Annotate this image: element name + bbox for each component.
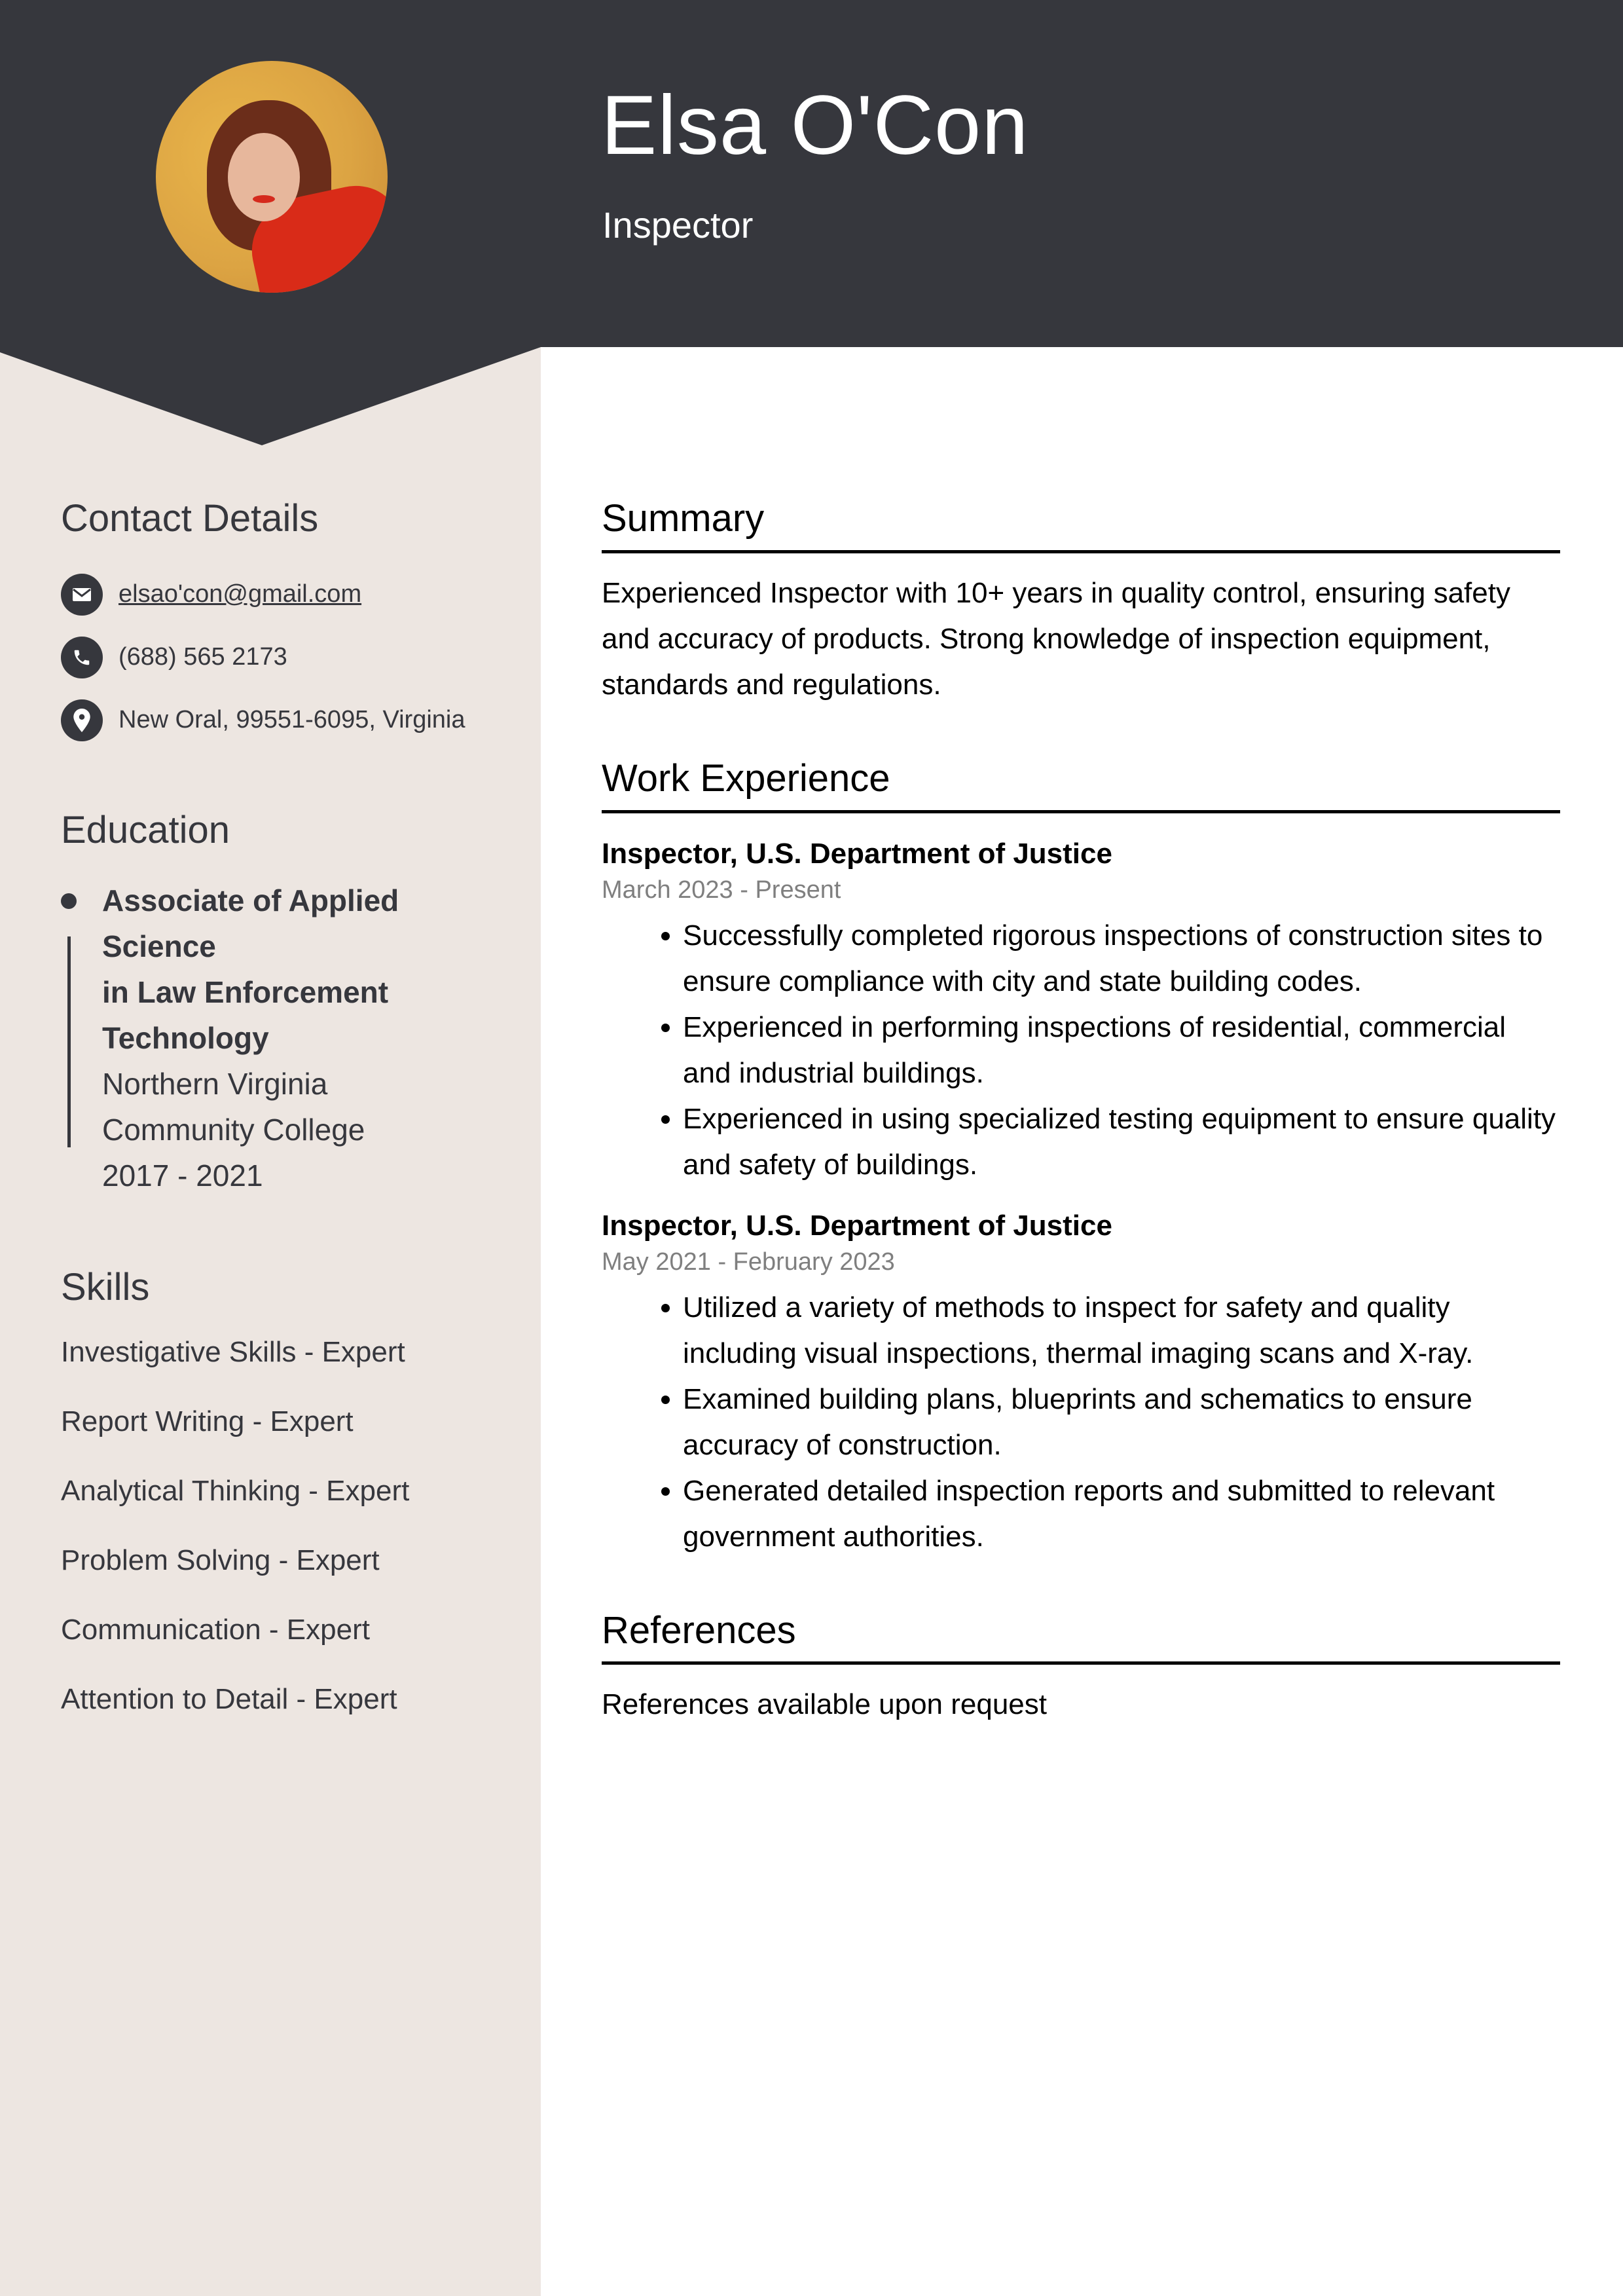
degree-line: Technology xyxy=(102,1020,269,1055)
map-pin-icon xyxy=(61,699,103,741)
work-experience-heading: Work Experience xyxy=(602,756,890,800)
references-heading: References xyxy=(602,1608,796,1652)
timeline-dot xyxy=(61,893,77,909)
phone-icon xyxy=(61,636,103,678)
sidebar: Contact Details elsao'con@gmail.com (688… xyxy=(61,498,519,1714)
references-section: References References available upon req… xyxy=(602,1608,1560,1728)
references-text: References available upon request xyxy=(602,1688,1048,1721)
skill-item: Attention to Detail - Expert xyxy=(61,1683,397,1716)
job-entry: Inspector, U.S. Department of Justice Ma… xyxy=(602,1206,1560,1560)
job-bullets: Successfully completed rigorous inspecti… xyxy=(602,913,1560,1188)
contact-phone: (688) 565 2173 xyxy=(61,636,519,678)
education-heading: Education xyxy=(61,808,230,851)
profile-photo xyxy=(156,61,388,293)
job-bullet: Examined building plans, blueprints and … xyxy=(683,1377,1560,1468)
candidate-title: Inspector xyxy=(602,204,754,246)
skill-item: Report Writing - Expert xyxy=(61,1405,354,1438)
contact-address: New Oral, 99551-6095, Virginia xyxy=(61,699,519,741)
section-divider xyxy=(602,809,1560,813)
summary-heading: Summary xyxy=(602,497,765,540)
skills-heading: Skills xyxy=(61,1265,150,1308)
job-dates: May 2021 - February 2023 xyxy=(602,1248,895,1276)
section-divider xyxy=(602,1661,1560,1665)
work-experience-section: Work Experience Inspector, U.S. Departme… xyxy=(602,756,1560,1560)
job-bullet: Utilized a variety of methods to inspect… xyxy=(683,1285,1560,1377)
job-title: Inspector, U.S. Department of Justice xyxy=(602,837,1112,870)
address: New Oral, 99551-6095, Virginia xyxy=(119,706,465,734)
school-line: Northern Virginia xyxy=(102,1066,328,1101)
summary-section: Summary Experienced Inspector with 10+ y… xyxy=(602,498,1560,708)
skill-item: Problem Solving - Expert xyxy=(61,1544,380,1577)
skills-list: Investigative Skills - Expert Report Wri… xyxy=(61,1338,519,1714)
degree-line: Associate of Applied Science xyxy=(102,883,399,963)
job-title: Inspector, U.S. Department of Justice xyxy=(602,1209,1112,1242)
job-bullet: Generated detailed inspection reports an… xyxy=(683,1468,1560,1560)
section-divider xyxy=(602,549,1560,553)
timeline-line xyxy=(67,936,71,1147)
job-bullet: Successfully completed rigorous inspecti… xyxy=(683,913,1560,1005)
skill-item: Communication - Expert xyxy=(61,1614,370,1646)
skill-item: Investigative Skills - Expert xyxy=(61,1336,405,1369)
degree-line: in Law Enforcement xyxy=(102,974,389,1009)
candidate-name: Elsa O'Con xyxy=(601,79,1029,172)
email-link[interactable]: elsao'con@gmail.com xyxy=(119,580,361,608)
contact-email: elsao'con@gmail.com xyxy=(61,573,519,616)
job-bullet: Experienced in performing inspections of… xyxy=(683,1005,1560,1096)
summary-text: Experienced Inspector with 10+ years in … xyxy=(602,576,1510,701)
education-years: 2017 - 2021 xyxy=(102,1158,263,1193)
school-line: Community College xyxy=(102,1112,365,1147)
envelope-icon xyxy=(61,573,103,616)
phone-number: (688) 565 2173 xyxy=(119,643,287,671)
main-content: Summary Experienced Inspector with 10+ y… xyxy=(602,498,1560,1728)
job-entry: Inspector, U.S. Department of Justice Ma… xyxy=(602,834,1560,1188)
header-chevron-shape xyxy=(0,341,541,445)
job-bullets: Utilized a variety of methods to inspect… xyxy=(602,1285,1560,1560)
contact-heading: Contact Details xyxy=(61,497,319,540)
education-entry: Associate of Applied Science in Law Enfo… xyxy=(61,878,519,1198)
job-bullet: Experienced in using specialized testing… xyxy=(683,1096,1560,1188)
job-dates: March 2023 - Present xyxy=(602,876,841,904)
skill-item: Analytical Thinking - Expert xyxy=(61,1475,410,1508)
